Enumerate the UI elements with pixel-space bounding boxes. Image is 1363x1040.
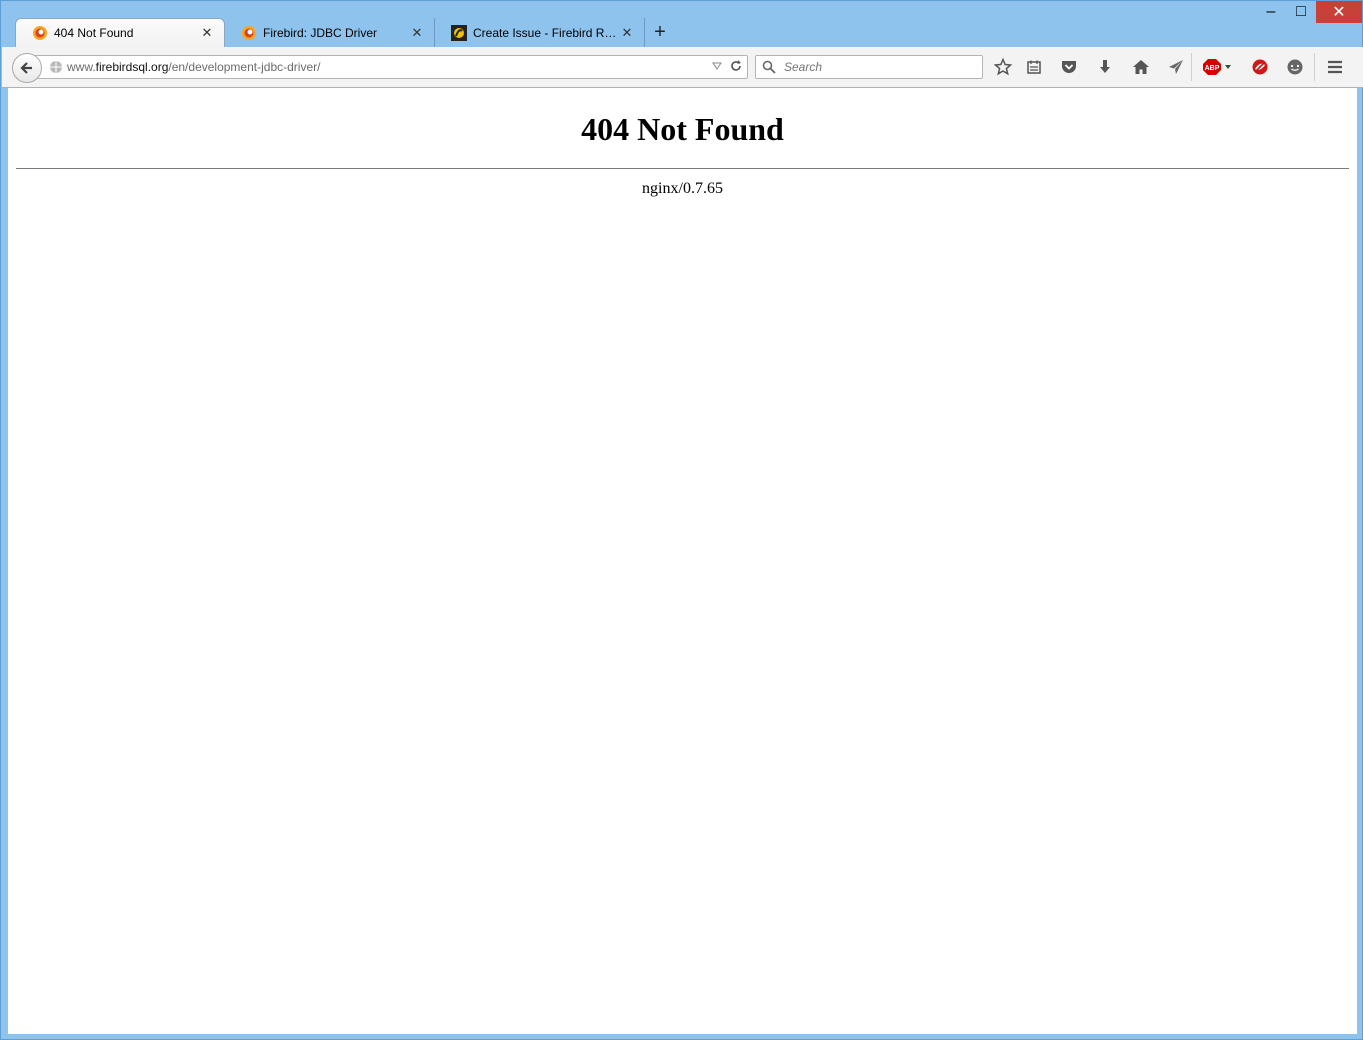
tab-label: 404 Not Found (54, 26, 134, 40)
tab-strip: 404 Not Found ✕ Firebird: JDBC Driver ✕ … (15, 18, 675, 47)
new-tab-button[interactable]: + (645, 18, 675, 47)
firefox-icon (242, 25, 256, 40)
jira-icon (451, 24, 467, 41)
close-tab-icon[interactable]: ✕ (620, 25, 634, 40)
star-icon[interactable] (993, 57, 1013, 77)
search-icon (762, 60, 776, 74)
back-button[interactable] (12, 53, 42, 83)
firefox-icon (33, 26, 47, 40)
close-tab-icon[interactable]: ✕ (410, 25, 424, 40)
plus-icon: + (654, 21, 666, 43)
reading-list-icon[interactable] (1024, 57, 1044, 77)
divider (16, 168, 1349, 169)
addon-icon[interactable] (1250, 57, 1270, 77)
browser-window: – □ ✕ 404 Not Found ✕ Firebird: JDBC Dri… (0, 0, 1363, 1040)
history-dropdown-icon[interactable] (711, 60, 723, 72)
minimize-icon: – (1266, 3, 1276, 20)
url-host: firebirdsql.org (95, 60, 169, 74)
adblock-label: ABP (1205, 65, 1220, 72)
navigation-toolbar: www. firebirdsql.org/en/development-jdbc-… (2, 47, 1363, 88)
tab-404-not-found[interactable]: 404 Not Found ✕ (15, 18, 225, 47)
page-content: 404 Not Found nginx/0.7.65 (8, 88, 1357, 1034)
adblock-icon[interactable]: ABP (1203, 57, 1235, 77)
toolbar-separator (1191, 53, 1192, 81)
tab-create-issue[interactable]: Create Issue - Firebird RDB... ✕ (435, 18, 645, 47)
tab-label: Create Issue - Firebird RDB... (473, 25, 620, 40)
window-controls: – □ ✕ (1256, 1, 1362, 23)
maximize-button[interactable]: □ (1286, 1, 1316, 23)
url-host-prefix: www. (67, 60, 96, 74)
title-bar: – □ ✕ 404 Not Found ✕ Firebird: JDBC Dri… (1, 1, 1362, 47)
tab-firebird-jdbc-driver[interactable]: Firebird: JDBC Driver ✕ (225, 18, 435, 47)
toolbar-separator (1314, 53, 1315, 81)
back-arrow-icon (20, 62, 32, 74)
send-icon[interactable] (1166, 57, 1186, 77)
reload-icon[interactable] (729, 59, 743, 73)
url-path: /en/development-jdbc-driver/ (168, 60, 321, 74)
urlbar-actions (711, 59, 743, 73)
globe-icon (50, 61, 62, 73)
chat-icon[interactable] (1285, 57, 1305, 77)
search-bar[interactable] (755, 55, 983, 79)
search-input[interactable] (782, 59, 976, 75)
close-icon: ✕ (1332, 4, 1346, 21)
maximize-icon: □ (1296, 3, 1306, 20)
download-icon[interactable] (1095, 57, 1115, 77)
tab-label: Firebird: JDBC Driver (263, 25, 378, 40)
page-heading: 404 Not Found (581, 111, 784, 147)
minimize-button[interactable]: – (1256, 1, 1286, 23)
home-icon[interactable] (1131, 57, 1151, 77)
menu-icon[interactable] (1325, 57, 1345, 77)
close-tab-icon[interactable]: ✕ (200, 25, 214, 40)
pocket-icon[interactable] (1059, 57, 1079, 77)
address-bar[interactable]: www. firebirdsql.org/en/development-jdbc-… (28, 55, 748, 79)
close-window-button[interactable]: ✕ (1316, 1, 1362, 23)
server-signature: nginx/0.7.65 (642, 180, 723, 197)
